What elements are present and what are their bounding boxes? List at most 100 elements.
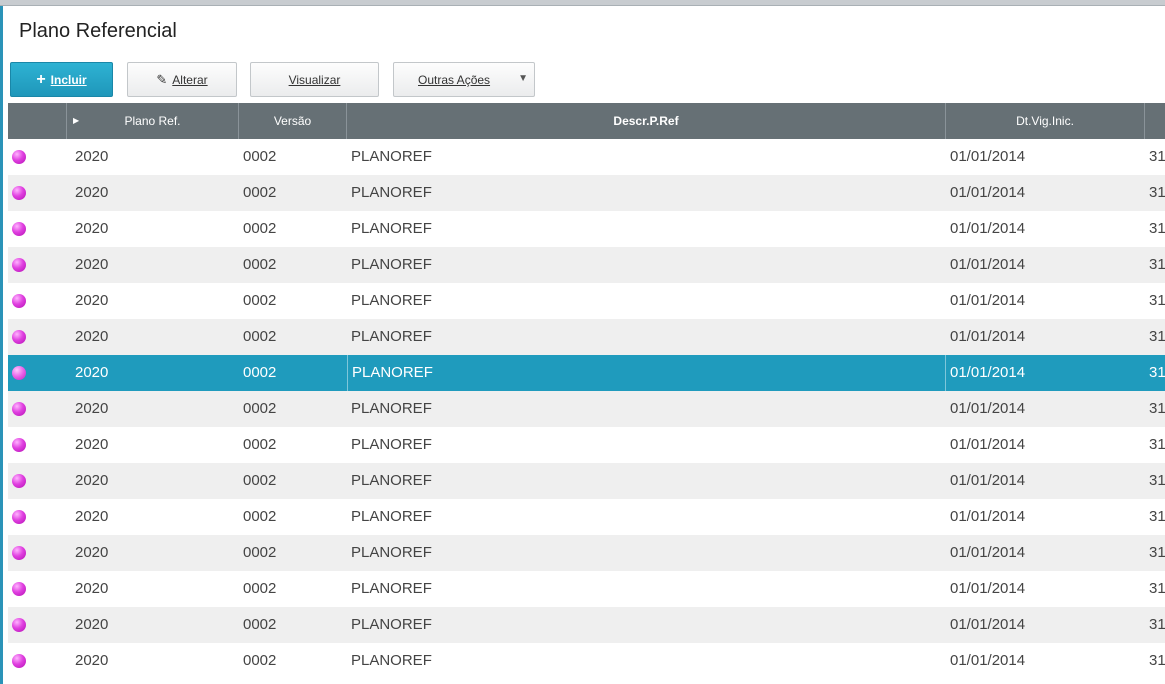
grid-header: ▶ Plano Ref. Versão Descr.P.Ref Dt.Vig.I… — [8, 103, 1165, 139]
plus-icon: + — [36, 70, 46, 88]
table-row[interactable]: 2020 0002 PLANOREF 01/01/2014 31 — [8, 319, 1165, 355]
cell-versao: 0002 — [243, 220, 277, 237]
table-row[interactable]: 2020 0002 PLANOREF 01/01/2014 31 — [8, 283, 1165, 319]
visualizar-button[interactable]: Visualizar — [250, 62, 379, 97]
header-dt-vig-inic[interactable]: Dt.Vig.Inic. — [946, 103, 1145, 139]
cell-truncated-column: 31 — [1149, 652, 1165, 669]
outras-acoes-label: Outras Ações — [418, 72, 491, 87]
cell-descr-p-ref: PLANOREF — [347, 355, 946, 391]
status-dot-icon — [12, 654, 26, 668]
header-descr-p-ref[interactable]: Descr.P.Ref — [347, 103, 946, 139]
status-dot-icon — [12, 186, 26, 200]
cell-plano-ref: 2020 — [75, 292, 109, 309]
cell-versao: 0002 — [243, 400, 277, 417]
table-row[interactable]: 2020 0002 PLANOREF 01/01/2014 31 — [8, 463, 1165, 499]
cell-descr-p-ref: PLANOREF — [351, 544, 432, 561]
cell-plano-ref: 2020 — [75, 616, 109, 633]
cell-plano-ref: 2020 — [75, 400, 109, 417]
pencil-icon: ✎ — [156, 72, 168, 87]
data-grid: ▶ Plano Ref. Versão Descr.P.Ref Dt.Vig.I… — [8, 103, 1165, 684]
header-plano-ref[interactable]: ▶ Plano Ref. — [67, 103, 239, 139]
cell-plano-ref: 2020 — [75, 328, 109, 345]
status-dot-icon — [12, 582, 26, 596]
incluir-button[interactable]: + Incluir — [10, 62, 113, 97]
cell-versao: 0002 — [243, 472, 277, 489]
table-row[interactable]: 2020 0002 PLANOREF 01/01/2014 31 — [8, 211, 1165, 247]
cell-descr-p-ref: PLANOREF — [351, 580, 432, 597]
cell-versao: 0002 — [243, 544, 277, 561]
cell-plano-ref: 2020 — [75, 544, 109, 561]
cell-dt-vig-inic: 01/01/2014 — [950, 400, 1026, 417]
cell-versao: 0002 — [243, 580, 277, 597]
status-dot-icon — [12, 474, 26, 488]
cell-dt-vig-inic: 01/01/2014 — [950, 508, 1026, 525]
cell-plano-ref: 2020 — [75, 148, 109, 165]
cell-plano-ref: 2020 — [75, 472, 109, 489]
cell-truncated-column: 31 — [1149, 328, 1165, 345]
table-row[interactable]: 2020 0002 PLANOREF 01/01/2014 31 — [8, 391, 1165, 427]
row-indicator-icon: ▶ — [73, 116, 80, 125]
cell-truncated-column: 31 — [1149, 508, 1165, 525]
cell-dt-vig-inic: 01/01/2014 — [950, 364, 1026, 381]
table-row[interactable]: 2020 0002 PLANOREF 01/01/2014 31 — [8, 499, 1165, 535]
table-row[interactable]: 2020 0002 PLANOREF 01/01/2014 31 — [8, 427, 1165, 463]
cell-plano-ref: 2020 — [75, 436, 109, 453]
table-row[interactable]: 2020 0002 PLANOREF 01/01/2014 31 — [8, 607, 1165, 643]
alterar-button[interactable]: ✎ Alterar — [127, 62, 237, 97]
cell-truncated-column: 31 — [1149, 544, 1165, 561]
cell-dt-vig-inic: 01/01/2014 — [950, 616, 1026, 633]
cell-truncated-column: 31 — [1149, 616, 1165, 633]
table-row[interactable]: 2020 0002 PLANOREF 01/01/2014 31 — [8, 643, 1165, 679]
cell-descr-p-ref: PLANOREF — [351, 148, 432, 165]
cell-truncated-column: 31 — [1149, 292, 1165, 309]
cell-plano-ref: 2020 — [75, 220, 109, 237]
status-dot-icon — [12, 618, 26, 632]
cell-truncated-column: 31 — [1149, 256, 1165, 273]
header-status-column — [8, 103, 67, 139]
visualizar-label: Visualizar — [288, 72, 341, 87]
cell-dt-vig-inic: 01/01/2014 — [950, 148, 1026, 165]
cell-descr-p-ref: PLANOREF — [351, 220, 432, 237]
header-next-column[interactable] — [1145, 103, 1165, 139]
table-row[interactable]: 2020 0002 PLANOREF 01/01/2014 31 — [8, 139, 1165, 175]
cell-versao: 0002 — [243, 184, 277, 201]
table-row[interactable]: 2020 0002 PLANOREF 01/01/2014 31 — [8, 355, 1165, 391]
cell-truncated-column: 31 — [1149, 472, 1165, 489]
cell-dt-vig-inic: 01/01/2014 — [950, 652, 1026, 669]
outras-acoes-button[interactable]: Outras Ações ▼ — [393, 62, 535, 97]
cell-dt-vig-inic: 01/01/2014 — [950, 436, 1026, 453]
table-row[interactable]: 2020 0002 PLANOREF 01/01/2014 31 — [8, 247, 1165, 283]
cell-descr-p-ref: PLANOREF — [351, 652, 432, 669]
chevron-down-icon[interactable]: ▼ — [518, 73, 528, 84]
window-left-edge — [0, 6, 3, 684]
cell-versao: 0002 — [243, 616, 277, 633]
cell-versao: 0002 — [243, 292, 277, 309]
cell-dt-vig-inic: 01/01/2014 — [950, 220, 1026, 237]
page-title: Plano Referencial — [19, 20, 177, 42]
cell-versao: 0002 — [243, 364, 277, 381]
header-versao[interactable]: Versão — [239, 103, 347, 139]
status-dot-icon — [12, 402, 26, 416]
cell-plano-ref: 2020 — [75, 580, 109, 597]
table-row[interactable]: 2020 0002 PLANOREF 01/01/2014 31 — [8, 175, 1165, 211]
cell-descr-p-ref: PLANOREF — [351, 436, 432, 453]
cell-descr-p-ref: PLANOREF — [351, 328, 432, 345]
cell-descr-p-ref: PLANOREF — [351, 292, 432, 309]
cell-dt-vig-inic: 01/01/2014 — [950, 580, 1026, 597]
cell-descr-p-ref: PLANOREF — [351, 472, 432, 489]
table-row[interactable]: 2020 0002 PLANOREF 01/01/2014 31 — [8, 535, 1165, 571]
cell-descr-p-ref: PLANOREF — [351, 400, 432, 417]
cell-versao: 0002 — [243, 148, 277, 165]
table-row[interactable]: 2020 0002 PLANOREF 01/01/2014 31 — [8, 571, 1165, 607]
cell-dt-vig-inic: 01/01/2014 — [950, 328, 1026, 345]
cell-truncated-column: 31 — [1149, 220, 1165, 237]
cell-truncated-column: 31 — [1149, 580, 1165, 597]
cell-descr-p-ref: PLANOREF — [351, 256, 432, 273]
header-plano-ref-label: Plano Ref. — [124, 114, 181, 128]
cell-truncated-column: 31 — [1149, 436, 1165, 453]
cell-truncated-column: 31 — [1149, 184, 1165, 201]
app-window: Plano Referencial + Incluir ✎ Alterar Vi… — [0, 0, 1165, 684]
cell-plano-ref: 2020 — [75, 652, 109, 669]
cell-versao: 0002 — [243, 508, 277, 525]
cell-truncated-column: 31 — [1149, 400, 1165, 417]
